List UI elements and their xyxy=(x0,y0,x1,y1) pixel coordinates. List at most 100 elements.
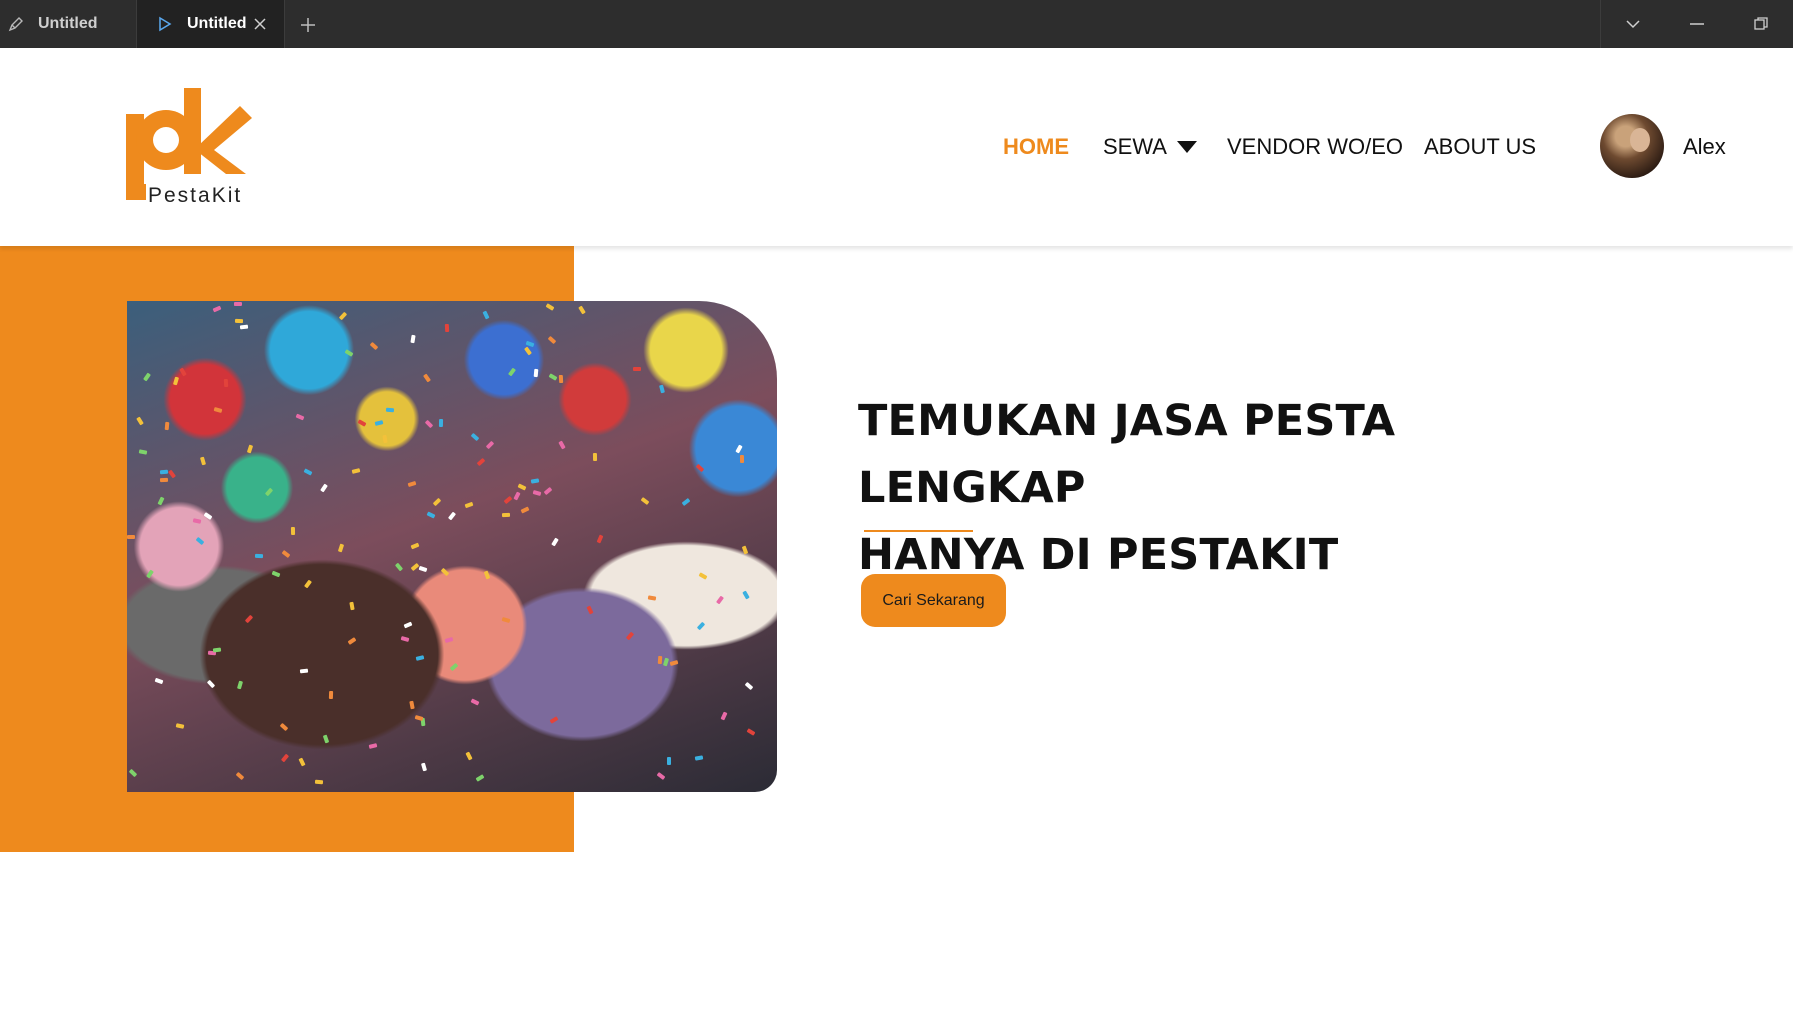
confetti-piece xyxy=(280,754,290,763)
confetti-piece xyxy=(659,384,666,393)
confetti-piece xyxy=(669,660,679,667)
confetti-piece xyxy=(548,373,558,381)
confetti-piece xyxy=(410,334,416,344)
confetti-piece xyxy=(523,346,532,356)
tab-untitled-2[interactable]: Untitled xyxy=(137,0,285,48)
confetti-piece xyxy=(662,657,669,667)
confetti-piece xyxy=(694,755,703,761)
confetti-piece xyxy=(444,323,450,333)
confetti-piece xyxy=(407,480,417,488)
window-controls xyxy=(1600,0,1793,48)
nav-about[interactable]: ABOUT US xyxy=(1424,134,1536,160)
confetti-piece xyxy=(382,434,389,444)
confetti-piece xyxy=(501,617,511,624)
hero-party-image xyxy=(127,301,777,792)
caret-down-icon xyxy=(1176,141,1197,153)
confetti-piece xyxy=(545,302,555,311)
confetti-piece xyxy=(439,419,444,428)
confetti-piece xyxy=(129,768,138,777)
confetti-piece xyxy=(212,305,222,313)
confetti-piece xyxy=(159,469,168,475)
confetti-piece xyxy=(470,432,479,442)
confetti-piece xyxy=(135,416,144,426)
confetti-piece xyxy=(235,771,245,781)
confetti-piece xyxy=(299,668,309,674)
confetti-piece xyxy=(347,636,357,645)
confetti-piece xyxy=(744,682,754,691)
confetti-piece xyxy=(160,477,169,483)
confetti-piece xyxy=(127,534,136,539)
confetti-piece xyxy=(423,373,432,383)
confetti-piece xyxy=(449,662,459,672)
confetti-piece xyxy=(558,374,564,383)
confetti-piece xyxy=(315,780,324,785)
confetti-piece xyxy=(295,413,305,421)
confetti-piece xyxy=(470,698,480,706)
minimize-icon[interactable] xyxy=(1665,0,1729,48)
confetti-piece xyxy=(234,318,244,324)
confetti-piece xyxy=(410,542,420,550)
logo-wordmark: PestaKit xyxy=(148,184,243,207)
confetti-piece xyxy=(139,448,148,455)
avatar[interactable] xyxy=(1600,114,1664,178)
play-icon xyxy=(155,14,175,34)
confetti-piece xyxy=(426,511,436,519)
confetti-piece xyxy=(254,554,264,559)
confetti-piece xyxy=(414,714,424,721)
confetti-piece xyxy=(695,464,704,473)
confetti-piece xyxy=(592,452,597,461)
confetti-piece xyxy=(200,456,207,465)
nav-sewa[interactable]: SEWA xyxy=(1103,134,1197,160)
confetti-piece xyxy=(475,774,485,782)
confetti-piece xyxy=(464,502,474,509)
confetti-piece xyxy=(657,655,662,664)
tab-untitled-1[interactable]: Untitled xyxy=(0,0,137,48)
confetti-piece xyxy=(647,595,657,601)
user-name[interactable]: Alex xyxy=(1683,134,1726,160)
confetti-piece xyxy=(503,496,513,505)
confetti-piece xyxy=(351,468,361,474)
confetti-piece xyxy=(501,512,510,517)
confetti-piece xyxy=(176,723,185,729)
confetti-piece xyxy=(720,711,728,721)
confetti-piece xyxy=(513,491,521,501)
confetti-piece xyxy=(517,483,526,491)
confetti-piece xyxy=(264,487,273,497)
confetti-piece xyxy=(445,637,454,644)
confetti-piece xyxy=(746,728,756,736)
close-icon[interactable] xyxy=(250,14,270,34)
confetti-piece xyxy=(424,419,433,428)
nav-home[interactable]: HOME xyxy=(1003,134,1069,160)
nav-vendor[interactable]: VENDOR WO/EO xyxy=(1227,134,1403,160)
confetti-piece xyxy=(385,407,395,413)
confetti-piece xyxy=(533,369,539,378)
confetti-piece xyxy=(303,579,312,589)
confetti-piece xyxy=(483,570,491,580)
nav-sewa-label: SEWA xyxy=(1103,134,1167,159)
confetti-piece xyxy=(281,549,291,558)
confetti-piece xyxy=(244,614,253,623)
confetti-piece xyxy=(403,621,413,629)
confetti-piece xyxy=(349,601,355,610)
confetti-piece xyxy=(328,691,334,700)
chevron-down-icon[interactable] xyxy=(1601,0,1665,48)
confetti-piece xyxy=(656,771,666,780)
confetti-piece xyxy=(532,490,541,497)
confetti-piece xyxy=(291,526,296,535)
confetti-piece xyxy=(640,496,650,505)
confetti-piece xyxy=(337,543,344,553)
restore-icon[interactable] xyxy=(1729,0,1793,48)
confetti-piece xyxy=(213,407,223,414)
confetti-piece xyxy=(192,517,202,524)
accent-divider xyxy=(864,530,973,532)
confetti-piece xyxy=(715,595,724,605)
confetti-piece xyxy=(432,497,442,507)
confetti-piece xyxy=(696,621,706,630)
confetti-piece xyxy=(410,562,419,571)
confetti-piece xyxy=(741,545,749,555)
cari-sekarang-button[interactable]: Cari Sekarang xyxy=(861,574,1006,627)
new-tab-plus-icon[interactable] xyxy=(295,12,321,38)
confetti-piece xyxy=(157,496,166,506)
confetti-piece xyxy=(596,534,604,544)
confetti-piece xyxy=(168,469,177,479)
